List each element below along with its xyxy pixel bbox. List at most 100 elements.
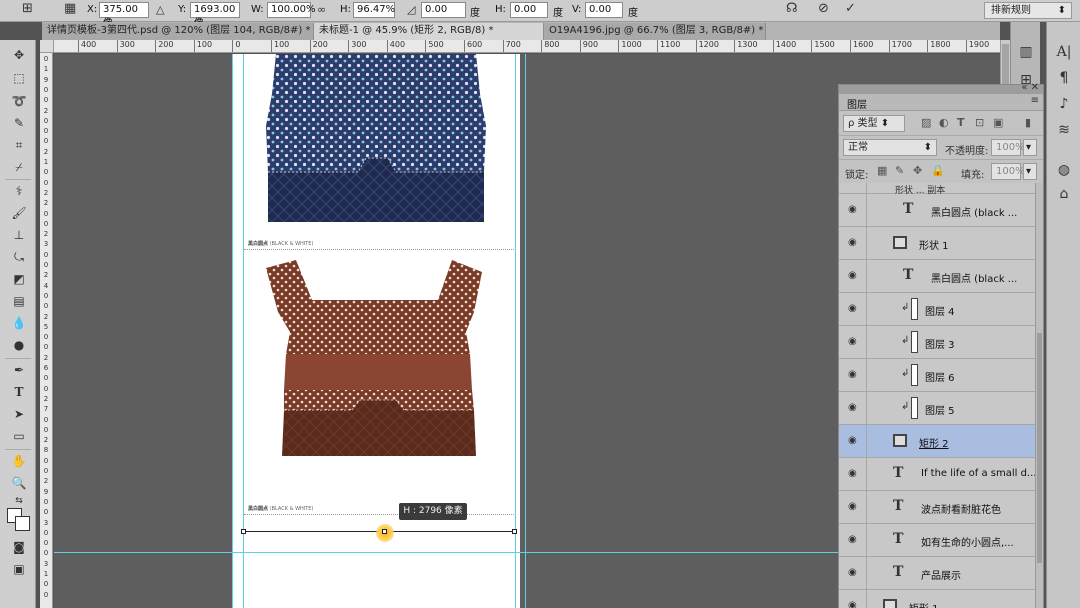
brush-panel-icon[interactable]: ≋ [1054, 120, 1074, 140]
panel-collapse-icon[interactable]: « ✕ [1021, 82, 1039, 93]
gradient-tool-icon[interactable]: ▤ [10, 292, 28, 310]
visibility-toggle[interactable]: ◉ [839, 194, 867, 226]
history-panel-icon[interactable]: ▥ [1016, 42, 1036, 62]
guide-right-inner[interactable] [515, 54, 516, 608]
width-field[interactable]: 100.00% [267, 2, 316, 18]
healing-tool-icon[interactable]: ⚕ [10, 182, 28, 200]
workspace-preset-select[interactable]: 排新规则 ⬍ [984, 2, 1072, 19]
layer-row[interactable]: ◉ T 黑白圆点 (black ... [839, 194, 1035, 227]
y-field[interactable]: 1693.00 像 [190, 2, 240, 29]
stamp-tool-icon[interactable]: ⊥ [10, 226, 28, 244]
filter-adjust-icon[interactable]: ◐ [939, 116, 949, 129]
character-panel-icon[interactable]: A| [1054, 42, 1074, 62]
lock-position-icon[interactable]: ✥ [913, 164, 922, 177]
hand-tool-icon[interactable]: ✋ [10, 452, 28, 470]
visibility-toggle[interactable]: ◉ [839, 590, 867, 608]
opacity-field[interactable]: 100% [991, 139, 1025, 156]
channels-panel-icon[interactable]: ◍ [1054, 160, 1074, 180]
lock-pixels-icon[interactable]: ✎ [895, 164, 904, 177]
tab-template-psd[interactable]: 详情页模板-3第四代.psd @ 120% (图层 104, RGB/8#) * [42, 23, 314, 40]
move-tool-options-icon[interactable]: ⊞ [22, 1, 33, 16]
delta-icon[interactable]: △ [156, 3, 164, 16]
vertical-ruler[interactable]: 0190020002100220023002400250026002700280… [40, 53, 53, 608]
eye-icon[interactable]: ◉ [848, 501, 857, 512]
layer-row[interactable]: ◉ T 黑白圆点 (black ... [839, 260, 1035, 293]
rectangle-tool-icon[interactable]: ▭ [10, 427, 28, 445]
document[interactable]: 黑白圆点 (BLACK & WHITE) 黑白圆点 (BLACK & WHITE… [232, 54, 520, 608]
filter-pixel-icon[interactable]: ▨ [921, 116, 931, 129]
layer-row[interactable]: ◉ ↲ 图层 3 [839, 326, 1035, 359]
guide-right[interactable] [525, 54, 526, 608]
tab-jpg[interactable]: O19A4196.jpg @ 66.7% (图层 3, RGB/8#) * [544, 23, 766, 40]
eye-icon[interactable]: ◉ [848, 468, 857, 479]
dodge-tool-icon[interactable]: ● [10, 336, 28, 354]
filter-type-icon[interactable]: T [957, 116, 965, 129]
layers-tab[interactable]: 图层 [847, 96, 867, 111]
filter-smart-icon[interactable]: ▣ [993, 116, 1003, 129]
layer-row[interactable]: ◉ ↲ 图层 6 [839, 359, 1035, 392]
transform-handle-right[interactable] [512, 529, 517, 534]
ruler-origin[interactable] [40, 40, 54, 53]
visibility-toggle[interactable]: ◉ [839, 392, 867, 424]
brush-tool-icon[interactable]: 🖌 [10, 204, 28, 222]
panel-menu-icon[interactable]: ≡ [1031, 95, 1039, 106]
layer-thumbnail[interactable] [911, 331, 918, 353]
layer-row[interactable]: ◉ T 波点耐看耐脏花色 [839, 491, 1035, 524]
path-select-tool-icon[interactable]: ➤ [10, 405, 28, 423]
layers-scrollbar-thumb[interactable] [1037, 333, 1042, 563]
quick-select-tool-icon[interactable]: ✎ [10, 114, 28, 132]
eye-icon[interactable]: ◉ [848, 435, 857, 446]
visibility-toggle[interactable]: ◉ [839, 260, 867, 292]
fill-dropdown[interactable]: ▾ [1023, 163, 1037, 180]
eraser-tool-icon[interactable]: ◩ [10, 270, 28, 288]
eye-icon[interactable]: ◉ [848, 237, 857, 248]
reference-point-icon[interactable]: ▦ [64, 1, 76, 16]
link-icon[interactable]: ∞ [317, 3, 326, 16]
visibility-toggle[interactable]: ◉ [839, 458, 867, 490]
glyphs-panel-icon[interactable]: ♪ [1054, 94, 1074, 114]
filter-toggle-icon[interactable]: ▮ [1025, 116, 1031, 129]
layer-row[interactable]: ◉ T If the life of a small d... [839, 458, 1035, 491]
blend-mode-select[interactable]: 正常 ⬍ [843, 139, 937, 156]
eye-icon[interactable]: ◉ [848, 567, 857, 578]
blur-tool-icon[interactable]: 💧 [10, 314, 28, 332]
layer-thumbnail[interactable] [911, 397, 918, 419]
eye-icon[interactable]: ◉ [848, 303, 857, 314]
guide-left-inner[interactable] [243, 54, 244, 608]
lasso-tool-icon[interactable]: ➰ [10, 92, 28, 110]
transform-handle-left[interactable] [241, 529, 246, 534]
layer-row[interactable]: ◉ ↲ 图层 4 [839, 293, 1035, 326]
layer-row[interactable]: ◉ T 如有生命的小圆点,... [839, 524, 1035, 557]
visibility-toggle[interactable]: ◉ [839, 326, 867, 358]
eye-icon[interactable]: ◉ [848, 600, 857, 608]
layers-scrollbar[interactable] [1035, 183, 1043, 608]
opacity-dropdown[interactable]: ▾ [1023, 139, 1037, 156]
history-brush-icon[interactable]: ⤿ [10, 248, 28, 266]
commit-transform-icon[interactable]: ✓ [845, 1, 856, 16]
horizontal-ruler[interactable]: 400 300 200 100 0 100 200 300 400 500 600 700 800 900… [54, 40, 1000, 53]
layer-row[interactable]: ◉ 形状 1 [839, 227, 1035, 260]
layer-row[interactable]: ◉ ↲ 图层 5 [839, 392, 1035, 425]
quick-mask-icon[interactable]: ◙ [10, 538, 28, 556]
panel-grip[interactable]: « ✕ [839, 82, 1043, 94]
crop-tool-icon[interactable]: ⌗ [10, 136, 28, 154]
tab-untitled-1[interactable]: 未标题-1 @ 45.9% (矩形 2, RGB/8) * [314, 23, 544, 40]
layer-row-partial[interactable]: 形状 ... 副本 [839, 183, 1035, 196]
angle-field[interactable]: 0.00 [421, 2, 466, 18]
warp-icon[interactable]: ☊ [786, 1, 798, 16]
visibility-toggle[interactable]: ◉ [839, 557, 867, 589]
layer-row[interactable]: ◉ T 产品展示 [839, 557, 1035, 590]
background-color-swatch[interactable] [15, 516, 30, 531]
visibility-toggle[interactable]: ◉ [839, 293, 867, 325]
filter-kind-select[interactable]: ρ 类型 ⬍ [843, 115, 905, 132]
paths-panel-icon[interactable]: ⌂ [1054, 184, 1074, 204]
filter-shape-icon[interactable]: ⊡ [975, 116, 984, 129]
guide-left[interactable] [232, 54, 233, 608]
fill-field[interactable]: 100% [991, 163, 1025, 180]
lock-all-icon[interactable]: 🔒 [931, 164, 945, 177]
transform-handle-center[interactable] [382, 529, 387, 534]
hskew-field[interactable]: 0.00 [510, 2, 548, 18]
visibility-toggle[interactable]: ◉ [839, 227, 867, 259]
layer-thumbnail[interactable] [911, 364, 918, 386]
eye-icon[interactable]: ◉ [848, 336, 857, 347]
